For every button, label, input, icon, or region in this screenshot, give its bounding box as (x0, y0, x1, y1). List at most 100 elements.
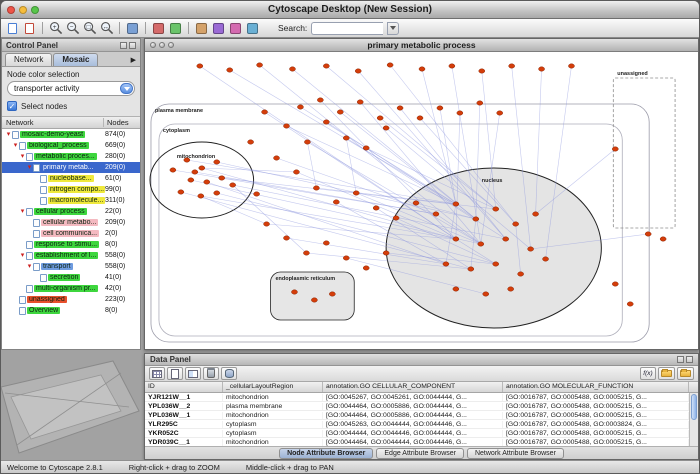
expand-icon[interactable]: ▾ (26, 261, 33, 272)
tab-node-attribute-browser[interactable]: Node Attribute Browser (279, 448, 373, 459)
network-node[interactable] (627, 302, 633, 306)
frame-close-icon[interactable] (150, 42, 156, 48)
expand-icon[interactable]: ▾ (5, 129, 12, 140)
combo-dropdown-icon[interactable] (120, 83, 133, 94)
tree-row-macromolecule[interactable]: macromolecule...311(0) (2, 195, 140, 206)
network-node[interactable] (323, 120, 329, 124)
network-node[interactable] (477, 101, 483, 105)
network-node[interactable] (509, 64, 515, 68)
search-options-icon[interactable] (387, 22, 399, 35)
network-node[interactable] (433, 212, 439, 216)
table-row-ypl036w__2[interactable]: YPL036W__2plasma membrane[GO:0044464, GO… (145, 402, 689, 411)
network-node[interactable] (413, 201, 419, 205)
network-node[interactable] (497, 111, 503, 115)
network-node[interactable] (468, 267, 474, 271)
network-edge[interactable] (202, 168, 297, 172)
network-edge[interactable] (307, 142, 316, 188)
show-graphics-details-icon[interactable] (125, 21, 140, 36)
network-node[interactable] (343, 256, 349, 260)
network-node[interactable] (303, 251, 309, 255)
close-panel-icon[interactable] (129, 42, 136, 49)
network-node[interactable] (214, 191, 220, 195)
network-node[interactable] (264, 222, 270, 226)
network-edge[interactable] (233, 185, 307, 253)
network-node[interactable] (297, 105, 303, 109)
network-node[interactable] (453, 237, 459, 241)
float-panel-icon[interactable] (120, 42, 127, 49)
network-node[interactable] (291, 290, 297, 294)
zoom-window-icon[interactable] (31, 6, 39, 14)
expand-icon[interactable]: ▾ (26, 162, 33, 173)
close-window-icon[interactable] (7, 6, 15, 14)
network-node[interactable] (227, 68, 233, 72)
table-row-ydr039c__1[interactable]: YDR039C__1mitochondrion[GO:0044464, GO:0… (145, 438, 689, 446)
network-node[interactable] (478, 242, 484, 246)
network-node[interactable] (178, 190, 184, 194)
network-node[interactable] (397, 106, 403, 110)
frame-minimize-icon[interactable] (159, 42, 165, 48)
network-node[interactable] (493, 207, 499, 211)
export-attributes-icon[interactable] (677, 367, 694, 380)
network-node[interactable] (612, 282, 618, 286)
network-node[interactable] (184, 158, 190, 162)
network-node[interactable] (317, 98, 323, 102)
tree-row-cellular-metabo[interactable]: cellular metabo...209(0) (2, 217, 140, 228)
tree-row-overview[interactable]: Overview8(0) (2, 305, 140, 316)
network-node[interactable] (660, 237, 666, 241)
network-node[interactable] (387, 63, 393, 67)
network-node[interactable] (373, 206, 379, 210)
select-nodes-checkbox[interactable] (7, 101, 17, 111)
network-node[interactable] (543, 257, 549, 261)
network-node[interactable] (612, 147, 618, 151)
zoom-fit-icon[interactable]: ↔ (99, 21, 114, 36)
tree-row-response-to-stimu[interactable]: response to stimu...8(0) (2, 239, 140, 250)
import-network-icon[interactable] (194, 21, 209, 36)
column-header[interactable]: annotation.GO MOLECULAR_FUNCTION (503, 382, 689, 392)
table-row-ypl036w__1[interactable]: YPL036W__1mitochondrion[GO:0044464, GO:0… (145, 411, 689, 420)
tree-header-network[interactable]: Network (2, 118, 104, 127)
column-header[interactable]: _cellularLayoutRegion (223, 382, 323, 392)
network-edge[interactable] (201, 196, 267, 224)
network-node[interactable] (230, 183, 236, 187)
network-node[interactable] (199, 166, 205, 170)
table-scrollbar[interactable] (689, 393, 698, 446)
network-node[interactable] (457, 111, 463, 115)
network-node[interactable] (293, 170, 299, 174)
network-edge[interactable] (265, 112, 456, 239)
attribute-columns-icon[interactable] (185, 367, 201, 380)
table-row-yjr121w__1[interactable]: YJR121W__1mitochondrion[GO:0045267, GO:0… (145, 393, 689, 402)
network-node[interactable] (453, 202, 459, 206)
network-node[interactable] (493, 262, 499, 266)
network-node[interactable] (188, 178, 194, 182)
network-node[interactable] (192, 170, 198, 174)
network-node[interactable] (219, 176, 225, 180)
network-node[interactable] (513, 222, 519, 226)
network-node[interactable] (329, 292, 335, 296)
tree-row-cell-communica[interactable]: cell communica...2(0) (2, 228, 140, 239)
network-node[interactable] (323, 64, 329, 68)
create-network-from-selection-icon[interactable] (168, 21, 183, 36)
network-node[interactable] (479, 69, 485, 73)
network-node[interactable] (197, 64, 203, 68)
tree-row-biological-process[interactable]: ▾biological_process669(0) (2, 140, 140, 151)
open-session-icon[interactable] (5, 21, 20, 36)
network-node[interactable] (483, 292, 489, 296)
search-input[interactable] (311, 22, 383, 35)
tab-network-attribute-browser[interactable]: Network Attribute Browser (467, 448, 564, 459)
scrollbar-thumb[interactable] (691, 394, 697, 420)
network-node[interactable] (283, 236, 289, 240)
network-node[interactable] (449, 64, 455, 68)
zoom-out-icon[interactable]: − (65, 21, 80, 36)
network-node[interactable] (289, 67, 295, 71)
zoom-in-icon[interactable]: + (48, 21, 63, 36)
network-node[interactable] (645, 232, 651, 236)
network-node[interactable] (357, 100, 363, 104)
column-header[interactable]: annotation.GO CELLULAR_COMPONENT (323, 382, 503, 392)
close-panel-icon[interactable] (686, 356, 693, 363)
annotation-icon[interactable] (228, 21, 243, 36)
network-node[interactable] (443, 262, 449, 266)
tree-row-mosaic-demo-yeast[interactable]: ▾mosaic-demo-yeast874(0) (2, 129, 140, 140)
network-node[interactable] (257, 63, 263, 67)
expand-icon[interactable]: ▾ (19, 151, 26, 162)
network-canvas[interactable]: plasma membranecytoplasmmitochondrionnuc… (145, 52, 698, 349)
